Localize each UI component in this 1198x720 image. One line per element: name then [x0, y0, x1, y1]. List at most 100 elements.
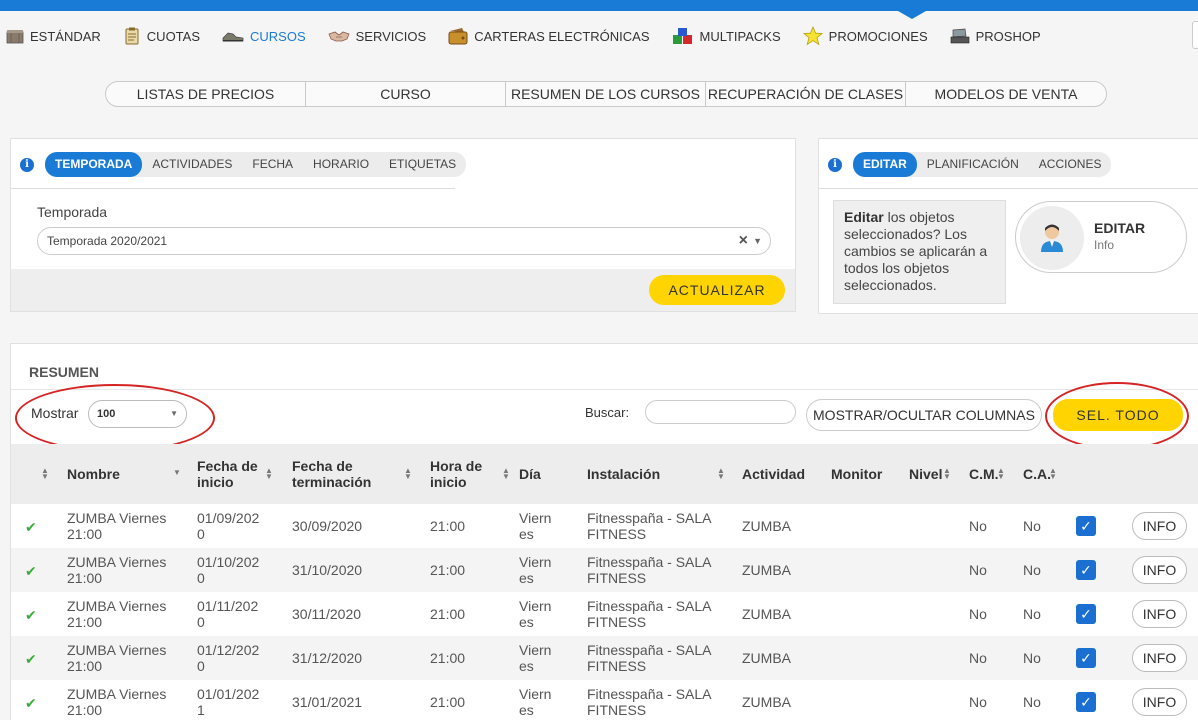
th-nivel[interactable]: Nivel ▲ ▼: [909, 444, 955, 504]
right-edge-control[interactable]: [1192, 21, 1198, 49]
clear-icon[interactable]: ×: [739, 228, 748, 254]
nav-item-servicios[interactable]: SERVICIOS: [328, 27, 426, 45]
table-row[interactable]: ✔ ZUMBA Viernes 21:00 01/01/2021 31/01/2…: [11, 680, 1198, 720]
th-label: Nombre: [67, 466, 120, 482]
th-label: Fecha de terminación: [292, 458, 372, 490]
info-icon[interactable]: i: [828, 158, 842, 172]
cell-cm: No: [969, 606, 987, 622]
edit-card-title: EDITAR: [1094, 220, 1146, 236]
edit-card-subtitle: Info: [1094, 238, 1115, 252]
th-cm[interactable]: C.M. ▲ ▼: [969, 444, 1011, 504]
nav-item-carteras[interactable]: CARTERAS ELECTRÓNICAS: [448, 27, 650, 45]
table-row[interactable]: ✔ ZUMBA Viernes 21:00 01/11/2020 30/11/2…: [11, 592, 1198, 636]
tab-etiquetas[interactable]: ETIQUETAS: [379, 152, 466, 177]
nav-item-promociones[interactable]: PROMOCIONES: [802, 26, 928, 46]
th-instalacion[interactable]: Instalación ▲ ▼: [587, 444, 727, 504]
cell-actividad: ZUMBA: [742, 518, 791, 534]
shoe-icon: [222, 27, 244, 45]
cell-nombre: ZUMBA Viernes 21:00: [67, 686, 167, 718]
cell-dia: Viernes: [519, 686, 552, 718]
tab-acciones[interactable]: ACCIONES: [1029, 152, 1112, 177]
row-checkbox[interactable]: ✓: [1076, 516, 1096, 536]
tab-temporada[interactable]: TEMPORADA: [45, 152, 143, 177]
row-checkbox[interactable]: ✓: [1076, 604, 1096, 624]
check-icon: ✔: [25, 651, 37, 667]
cell-instalacion: Fitnesspaña - SALA FITNESS: [587, 598, 711, 630]
info-button[interactable]: INFO: [1132, 512, 1187, 540]
toggle-columns-button[interactable]: MOSTRAR/OCULTAR COLUMNAS: [806, 399, 1042, 431]
cell-fecha-fin: 31/10/2020: [292, 562, 363, 578]
tab-horario[interactable]: HORARIO: [303, 152, 379, 177]
info-button[interactable]: INFO: [1132, 600, 1187, 628]
nav-item-estandar[interactable]: ESTÁNDAR: [6, 27, 101, 45]
info-button[interactable]: INFO: [1132, 688, 1187, 716]
cell-fecha-fin: 30/09/2020: [292, 518, 363, 534]
table-row[interactable]: ✔ ZUMBA Viernes 21:00 01/10/2020 31/10/2…: [11, 548, 1198, 592]
th-hora-inicio[interactable]: Hora de inicio ▲ ▼: [430, 444, 514, 504]
table-row[interactable]: ✔ ZUMBA Viernes 21:00 01/12/2020 31/12/2…: [11, 636, 1198, 680]
th-ca[interactable]: C.A. ▲ ▼: [1023, 444, 1065, 504]
row-checkbox[interactable]: ✓: [1076, 560, 1096, 580]
filter-panel: i TEMPORADA ACTIVIDADES FECHA HORARIO ET…: [10, 138, 796, 312]
tab-planificacion[interactable]: PLANIFICACIÓN: [917, 152, 1029, 177]
cell-nombre: ZUMBA Viernes 21:00: [67, 510, 167, 542]
cell-fecha-inicio: 01/01/2021: [197, 686, 260, 718]
box-icon: [6, 27, 24, 45]
cell-fecha-inicio: 01/12/2020: [197, 642, 260, 674]
info-button[interactable]: INFO: [1132, 644, 1187, 672]
th-actividad[interactable]: Actividad: [742, 444, 822, 504]
cell-dia: Viernes: [519, 510, 552, 542]
filter-footer: ACTUALIZAR: [11, 269, 795, 311]
th-fecha-terminacion[interactable]: Fecha de terminación ▲ ▼: [292, 444, 416, 504]
search-label: Buscar:: [585, 405, 630, 420]
cell-actividad: ZUMBA: [742, 562, 791, 578]
edit-description: Editar los objetos seleccionados? Los ca…: [833, 200, 1006, 304]
table-row[interactable]: ✔ ZUMBA Viernes 21:00 01/09/2020 30/09/2…: [11, 504, 1198, 548]
tab-modelos-venta[interactable]: MODELOS DE VENTA: [906, 82, 1106, 106]
info-button[interactable]: INFO: [1132, 556, 1187, 584]
tab-resumen-cursos[interactable]: RESUMEN DE LOS CURSOS: [506, 82, 706, 106]
section-tabs: LISTAS DE PRECIOS CURSO RESUMEN DE LOS C…: [105, 81, 1107, 107]
th-label: Actividad: [742, 466, 806, 482]
check-icon: ✔: [25, 563, 37, 579]
th-label: Hora de inicio: [430, 458, 483, 490]
nav-label: CURSOS: [250, 28, 306, 44]
th-nombre[interactable]: Nombre ▼: [67, 444, 185, 504]
nav-label: CARTERAS ELECTRÓNICAS: [474, 28, 650, 44]
tab-actividades[interactable]: ACTIVIDADES: [142, 152, 242, 177]
cell-actividad: ZUMBA: [742, 650, 791, 666]
cell-ca: No: [1023, 650, 1041, 666]
tab-fecha[interactable]: FECHA: [242, 152, 303, 177]
th-dia[interactable]: Día: [519, 444, 569, 504]
tab-listas-de-precios[interactable]: LISTAS DE PRECIOS: [106, 82, 306, 106]
cell-instalacion: Fitnesspaña - SALA FITNESS: [587, 510, 711, 542]
row-checkbox[interactable]: ✓: [1076, 692, 1096, 712]
register-icon: [950, 27, 970, 45]
temporada-label: Temporada: [37, 204, 108, 220]
cell-nombre: ZUMBA Viernes 21:00: [67, 598, 167, 630]
sort-status-column[interactable]: ▲ ▼: [41, 444, 53, 504]
sort-icon: ▲ ▼: [41, 466, 49, 481]
actions-panel: i EDITAR PLANIFICACIÓN ACCIONES Editar l…: [818, 138, 1198, 314]
th-label: Instalación: [587, 466, 661, 482]
th-fecha-inicio[interactable]: Fecha de inicio ▲ ▼: [197, 444, 277, 504]
row-checkbox[interactable]: ✓: [1076, 648, 1096, 668]
nav-item-multipacks[interactable]: MULTIPACKS: [672, 27, 781, 45]
nav-item-proshop[interactable]: PROSHOP: [950, 27, 1041, 45]
search-input[interactable]: [645, 400, 796, 424]
tab-editar[interactable]: EDITAR: [853, 152, 917, 177]
nav-item-cursos[interactable]: CURSOS: [222, 27, 306, 45]
cell-hora: 21:00: [430, 650, 466, 666]
tab-recuperacion-clases[interactable]: RECUPERACIÓN DE CLASES: [706, 82, 906, 106]
chevron-down-icon[interactable]: ▼: [753, 228, 762, 254]
info-icon[interactable]: i: [20, 158, 34, 172]
edit-action-card[interactable]: EDITAR Info: [1015, 201, 1187, 273]
cell-fecha-inicio: 01/11/2020: [197, 598, 259, 630]
tab-curso[interactable]: CURSO: [306, 82, 506, 106]
temporada-select[interactable]: Temporada 2020/2021 × ▼: [37, 227, 771, 255]
actualizar-button[interactable]: ACTUALIZAR: [649, 275, 785, 305]
th-monitor[interactable]: Monitor: [831, 444, 901, 504]
wallet-icon: [448, 27, 468, 45]
nav-item-cuotas[interactable]: CUOTAS: [123, 27, 200, 45]
sort-desc-icon: ▼: [173, 468, 181, 477]
